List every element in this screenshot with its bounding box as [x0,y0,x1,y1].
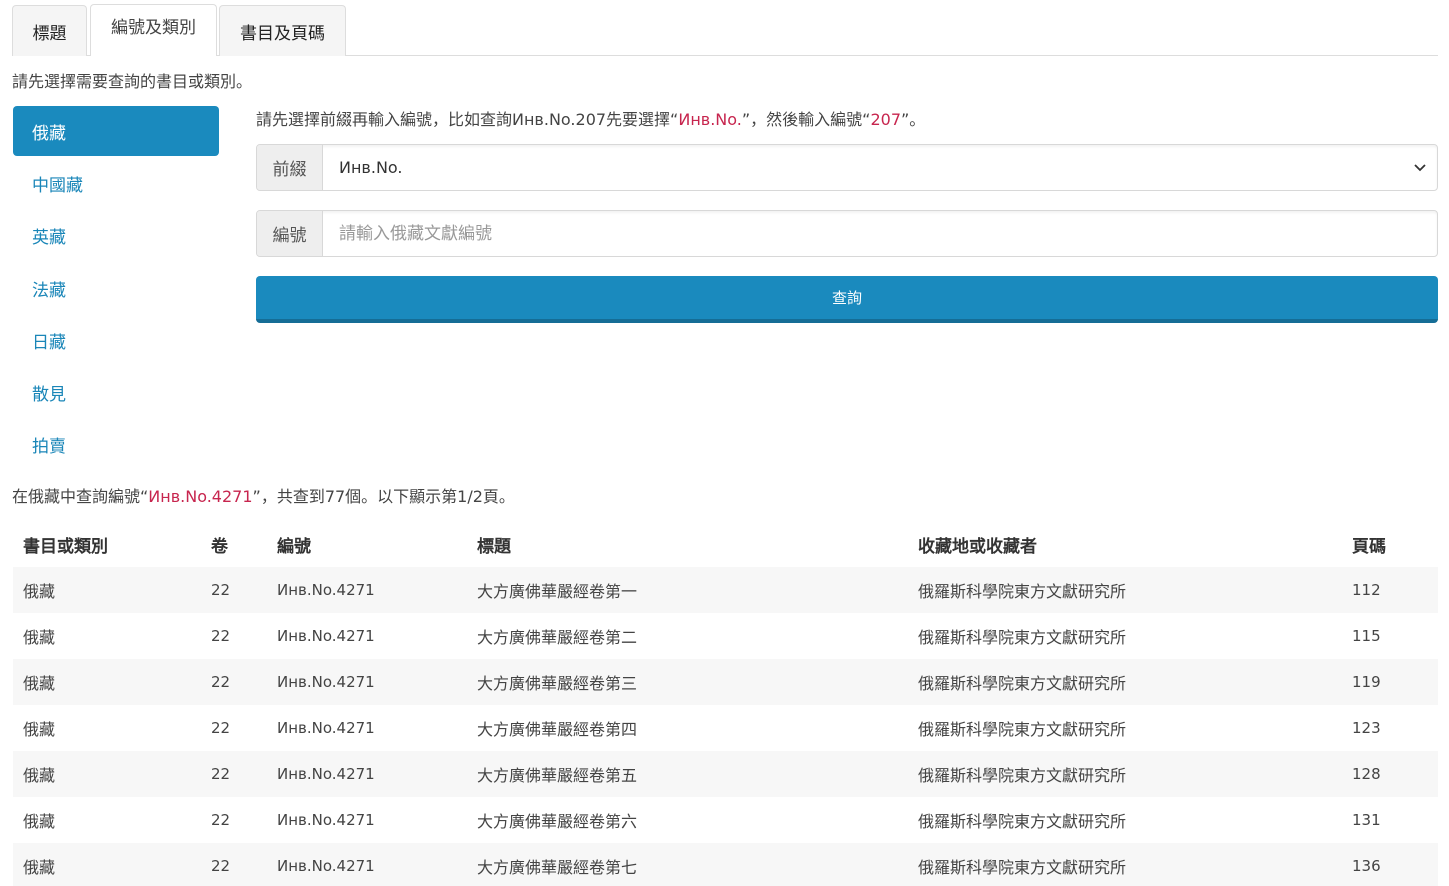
sidebar-item-china[interactable]: 中國藏 [13,158,219,208]
cell-title: 大方廣佛華嚴經卷第五 [477,766,638,785]
instruction-text: 請先選擇前綴再輸入編號，比如查詢Инв.No.207先要選擇“ [256,110,679,129]
cell-volume: 22 [211,581,231,599]
chevron-down-icon [1414,164,1426,172]
instruction-text: ”，然後輸入編號“ [741,110,871,129]
cell-collection: 俄羅斯科學院東方文獻研究所 [918,720,1127,739]
sidebar-item-auction[interactable]: 拍賣 [13,419,219,469]
cell-number: Инв.No.4271 [277,627,375,645]
column-header-volume: 卷 [211,536,228,557]
cell-volume: 22 [211,857,231,875]
cell-catalog: 俄藏 [23,628,56,647]
tab-title[interactable]: 標題 [12,5,87,56]
prefix-select[interactable]: Инв.No. [323,145,1437,190]
cell-title: 大方廣佛華嚴經卷第四 [477,720,638,739]
cell-number: Инв.No.4271 [277,765,375,783]
tab-number-category[interactable]: 編號及類別 [90,4,217,56]
cell-catalog: 俄藏 [23,766,56,785]
column-header-catalog: 書目或類別 [23,536,108,557]
cell-volume: 22 [211,811,231,829]
number-input[interactable] [323,211,1437,256]
number-label: 編號 [257,211,323,256]
cell-catalog: 俄藏 [23,674,56,693]
summary-text: ”，共查到77個。以下顯示第1/2頁。 [252,487,515,506]
cell-number: Инв.No.4271 [277,719,375,737]
cell-catalog: 俄藏 [23,858,56,877]
cell-number: Инв.No.4271 [277,581,375,599]
cell-page: 123 [1352,719,1381,737]
cell-collection: 俄羅斯科學院東方文獻研究所 [918,812,1127,831]
sidebar-item-russia[interactable]: 俄藏 [13,106,219,156]
cell-page: 115 [1352,627,1381,645]
category-hint: 請先選擇需要查詢的書目或類別。 [12,72,253,91]
cell-collection: 俄羅斯科學院東方文獻研究所 [918,674,1127,693]
cell-volume: 22 [211,719,231,737]
cell-number: Инв.No.4271 [277,673,375,691]
table-row[interactable]: 俄藏 22 Инв.No.4271 大方廣佛華嚴經卷第五 俄羅斯科學院東方文獻研… [13,751,1438,797]
cell-catalog: 俄藏 [23,582,56,601]
table-row[interactable]: 俄藏 22 Инв.No.4271 大方廣佛華嚴經卷第六 俄羅斯科學院東方文獻研… [13,797,1438,843]
column-header-number: 編號 [277,536,311,557]
cell-number: Инв.No.4271 [277,811,375,829]
results-summary: 在俄藏中查詢編號“Инв.No.4271”，共查到77個。以下顯示第1/2頁。 [12,483,515,507]
summary-text: 在俄藏中查詢編號“ [12,487,149,506]
prefix-label: 前綴 [257,145,323,190]
table-header-row: 書目或類別 卷 編號 標題 收藏地或收藏者 頁碼 [13,521,1438,567]
cell-catalog: 俄藏 [23,720,56,739]
sidebar-item-scattered[interactable]: 散見 [13,367,219,417]
prefix-group: 前綴 Инв.No. [256,144,1438,191]
sidebar-item-france[interactable]: 法藏 [13,263,219,313]
instruction-number-example: 207 [870,110,901,129]
cell-title: 大方廣佛華嚴經卷第六 [477,812,638,831]
cell-collection: 俄羅斯科學院東方文獻研究所 [918,766,1127,785]
cell-page: 119 [1352,673,1381,691]
table-row[interactable]: 俄藏 22 Инв.No.4271 大方廣佛華嚴經卷第七 俄羅斯科學院東方文獻研… [13,843,1438,886]
sidebar-item-uk[interactable]: 英藏 [13,210,219,260]
cell-page: 131 [1352,811,1381,829]
table-row[interactable]: 俄藏 22 Инв.No.4271 大方廣佛華嚴經卷第三 俄羅斯科學院東方文獻研… [13,659,1438,705]
number-group: 編號 [256,210,1438,257]
cell-volume: 22 [211,673,231,691]
column-header-page: 頁碼 [1352,536,1386,557]
column-header-title: 標題 [477,536,511,557]
cell-title: 大方廣佛華嚴經卷第一 [477,582,638,601]
column-header-collection: 收藏地或收藏者 [918,536,1037,557]
cell-collection: 俄羅斯科學院東方文獻研究所 [918,628,1127,647]
table-row[interactable]: 俄藏 22 Инв.No.4271 大方廣佛華嚴經卷第四 俄羅斯科學院東方文獻研… [13,705,1438,751]
summary-query: Инв.No.4271 [148,487,253,506]
table-row[interactable]: 俄藏 22 Инв.No.4271 大方廣佛華嚴經卷第二 俄羅斯科學院東方文獻研… [13,613,1438,659]
cell-title: 大方廣佛華嚴經卷第七 [477,858,638,877]
cell-volume: 22 [211,765,231,783]
results-table: 書目或類別 卷 編號 標題 收藏地或收藏者 頁碼 俄藏 22 Инв.No.42… [13,521,1438,886]
instruction-prefix-example: Инв.No. [678,110,742,129]
cell-page: 136 [1352,857,1381,875]
prefix-select-value: Инв.No. [339,158,403,177]
table-row[interactable]: 俄藏 22 Инв.No.4271 大方廣佛華嚴經卷第一 俄羅斯科學院東方文獻研… [13,567,1438,613]
cell-collection: 俄羅斯科學院東方文獻研究所 [918,858,1127,877]
form-instruction: 請先選擇前綴再輸入編號，比如查詢Инв.No.207先要選擇“Инв.No.”，… [256,106,925,130]
cell-collection: 俄羅斯科學院東方文獻研究所 [918,582,1127,601]
search-tabs: 標題 編號及類別 書目及頁碼 [12,4,1438,56]
cell-volume: 22 [211,627,231,645]
cell-page: 128 [1352,765,1381,783]
tab-catalog-page[interactable]: 書目及頁碼 [219,5,346,56]
cell-title: 大方廣佛華嚴經卷第二 [477,628,638,647]
cell-page: 112 [1352,581,1381,599]
sidebar-item-japan[interactable]: 日藏 [13,315,219,365]
cell-number: Инв.No.4271 [277,857,375,875]
cell-title: 大方廣佛華嚴經卷第三 [477,674,638,693]
instruction-text: ”。 [901,110,926,129]
cell-catalog: 俄藏 [23,812,56,831]
search-button[interactable]: 查詢 [256,276,1438,323]
